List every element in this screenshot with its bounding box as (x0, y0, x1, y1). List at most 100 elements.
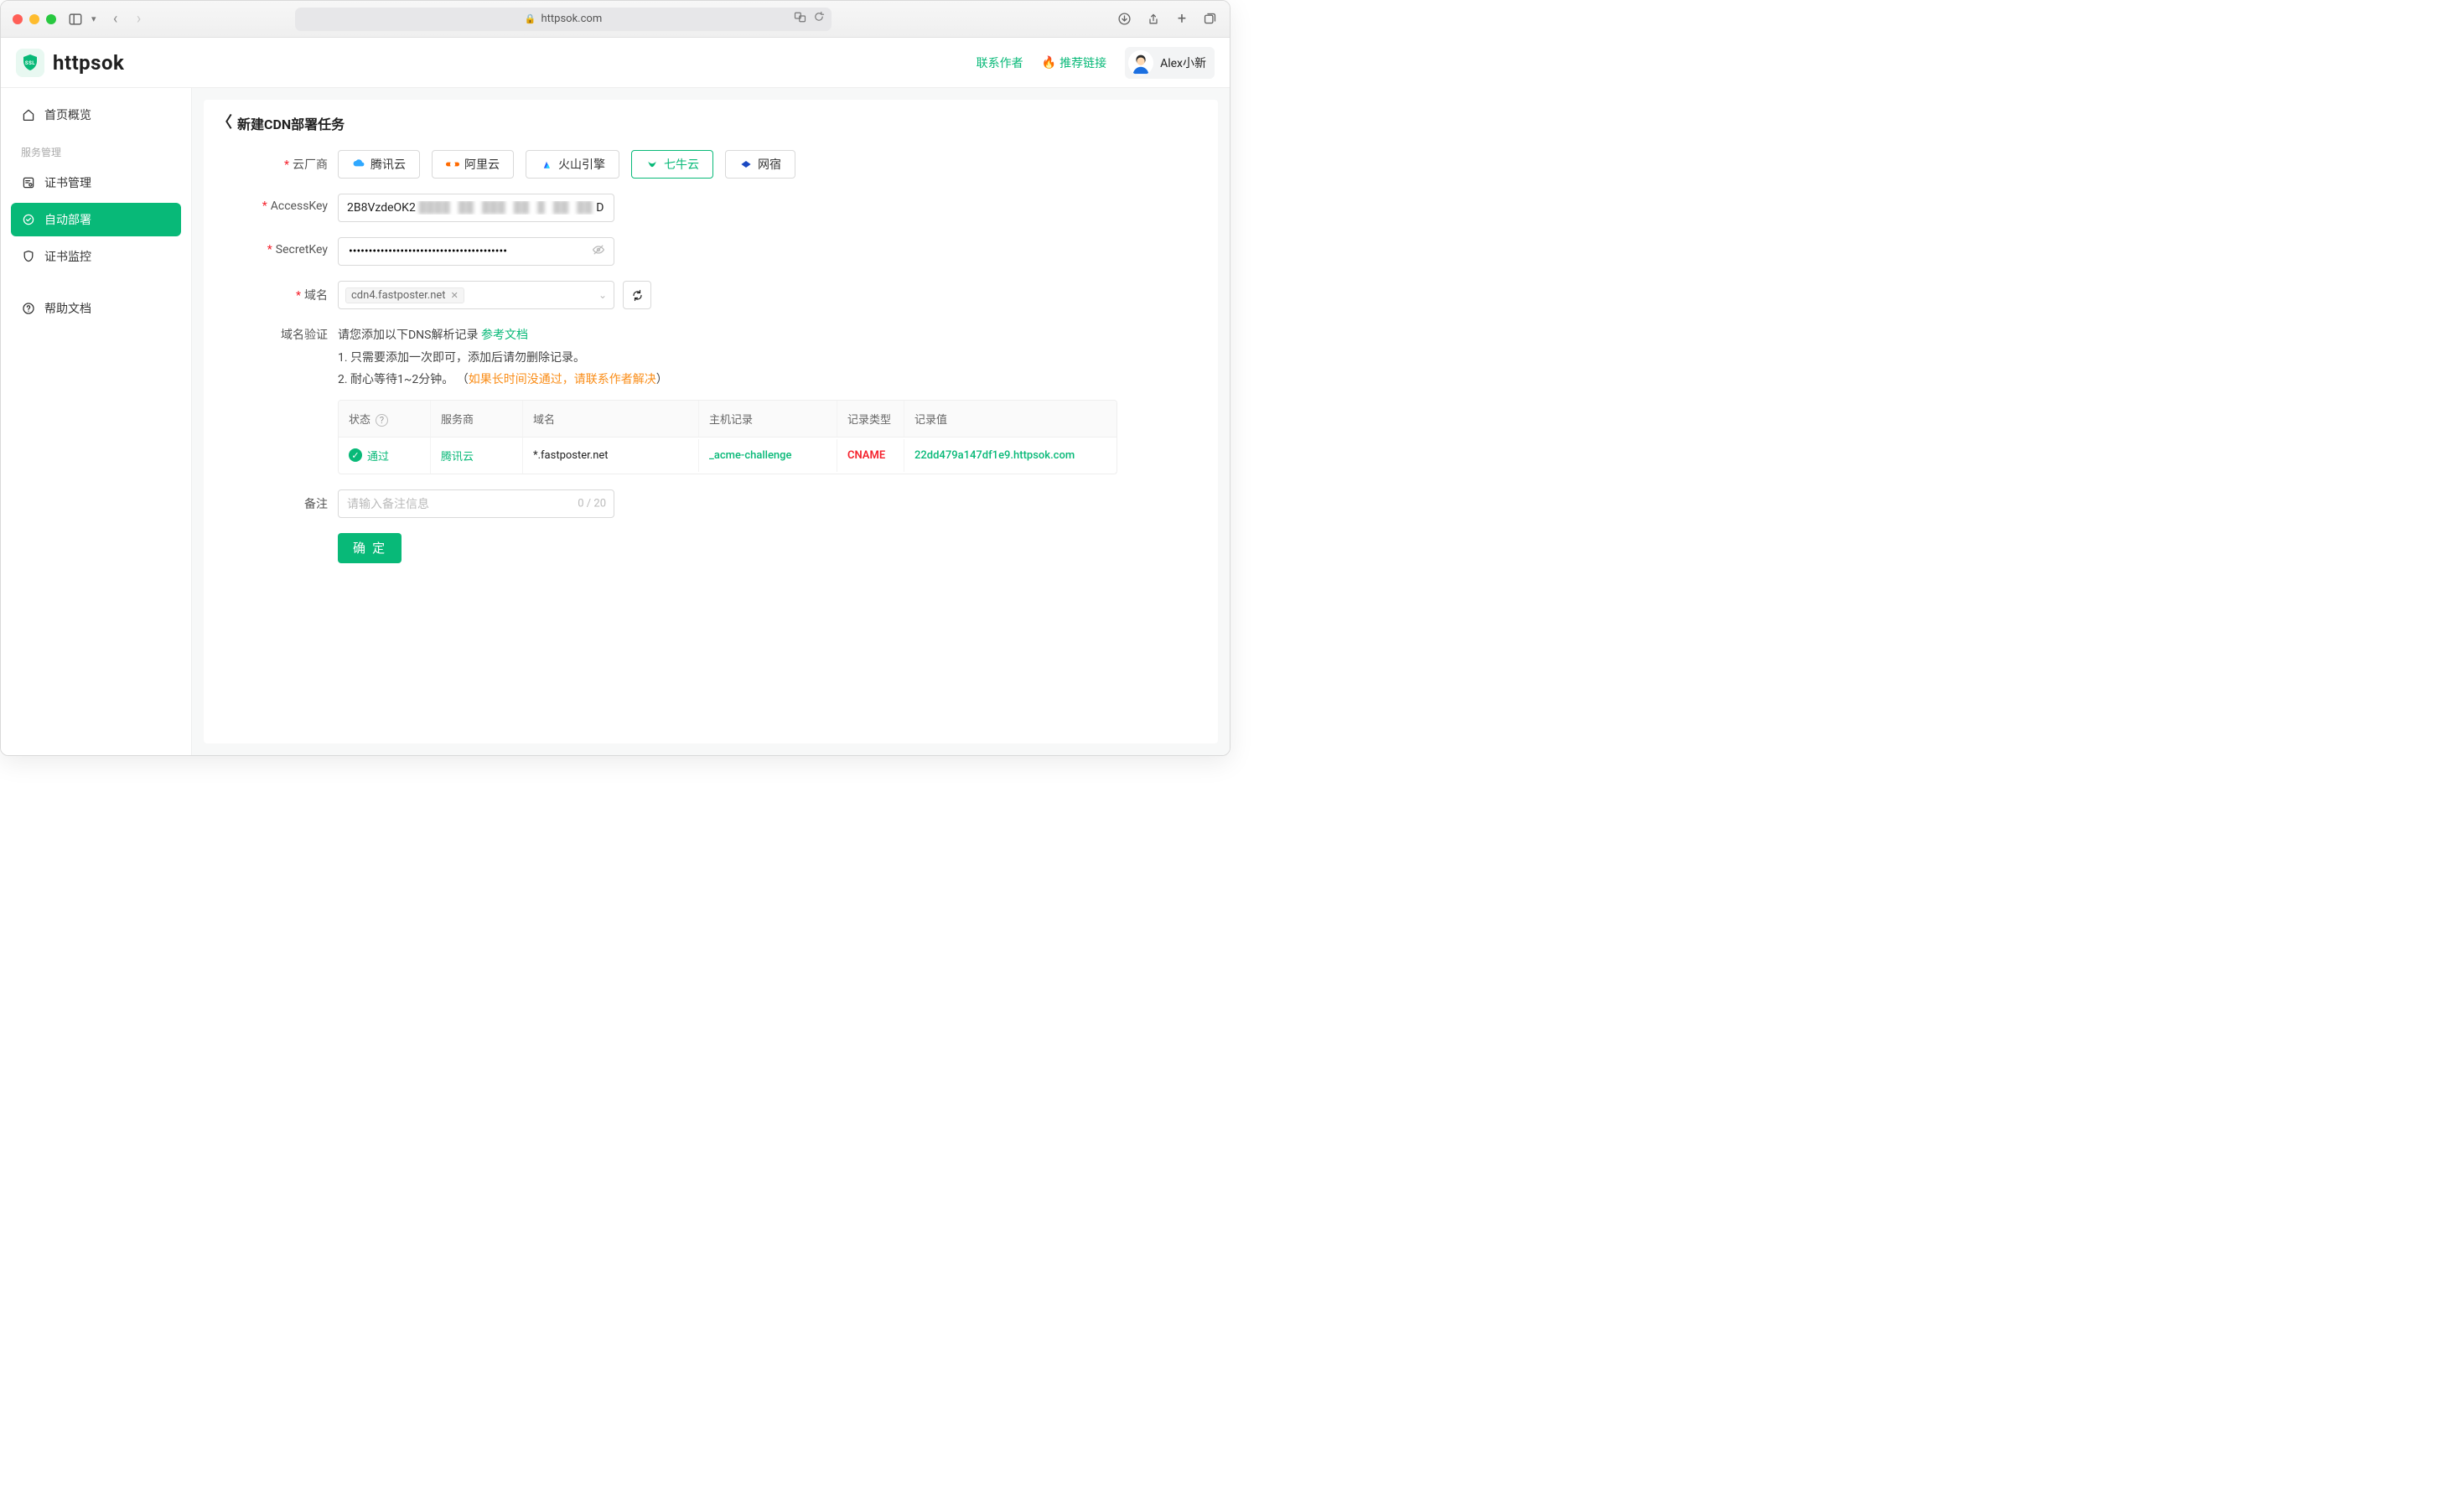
submit-button[interactable]: 确 定 (338, 533, 402, 563)
sidebar-section-label: 服务管理 (11, 135, 181, 163)
dns-table: 状态? 服务商 域名 主机记录 记录类型 记录值 (338, 400, 1117, 474)
row-domain: *域名 cdn4.fastposter.net ✕ ⌄ (229, 281, 1117, 309)
remark-input[interactable] (338, 489, 614, 518)
sidebar-item-cert[interactable]: 证书管理 (11, 166, 181, 199)
remark-wrap: 0 / 20 (338, 489, 614, 518)
url-bar[interactable]: 🔒 httpsok.com (295, 8, 832, 31)
app-body: 首页概览 服务管理 证书管理 自动部署 证书监控 (1, 88, 1230, 755)
label-secret-key: *SecretKey (229, 237, 338, 256)
deploy-icon (21, 212, 36, 227)
close-window-icon[interactable] (13, 14, 23, 24)
chevron-down-icon[interactable]: ▾ (91, 13, 96, 24)
cell-host: _acme-challenge (699, 439, 837, 472)
forward-icon[interactable]: › (132, 12, 147, 27)
sidebar-item-label: 帮助文档 (44, 300, 91, 317)
provider-volcano[interactable]: 火山引擎 (526, 150, 619, 179)
page-title-row: 〈 新建CDN部署任务 (204, 105, 1218, 142)
reload-icon[interactable] (813, 11, 825, 27)
brand-logo-icon: SSL (16, 49, 44, 77)
translate-icon[interactable] (794, 11, 806, 27)
sidebar-item-label: 证书监控 (44, 248, 91, 265)
chevron-down-icon: ⌄ (598, 289, 607, 301)
domain-tag: cdn4.fastposter.net ✕ (345, 287, 464, 303)
sidebar: 首页概览 服务管理 证书管理 自动部署 证书监控 (1, 88, 192, 755)
access-key-input[interactable]: 2B8VzdeOK2 ████ ██ ███ ██ █ ██ ██ D (338, 194, 614, 222)
content-card: 〈 新建CDN部署任务 *云厂商 腾讯云 (204, 100, 1218, 743)
nav-arrows: ‹ › (108, 12, 147, 27)
sidebar-toggle-group: ▾ (68, 12, 96, 27)
user-menu[interactable]: Alex小新 (1125, 47, 1215, 79)
svg-text:SSL: SSL (25, 60, 35, 66)
provider-qiniu[interactable]: 七牛云 (631, 150, 713, 179)
url-right-tools (794, 11, 825, 27)
cell-provider: 腾讯云 (431, 438, 523, 474)
minimize-window-icon[interactable] (29, 14, 39, 24)
sidebar-spacer (11, 277, 181, 288)
new-tab-icon[interactable]: + (1174, 12, 1189, 27)
th-value: 记录值 (904, 401, 1117, 437)
sidebar-toggle-icon[interactable] (68, 12, 83, 27)
provider-group: 腾讯云 阿里云 火山引擎 (338, 150, 1117, 179)
th-provider: 服务商 (431, 401, 523, 437)
url-host: httpsok.com (541, 13, 603, 25)
provider-wangsu[interactable]: 网宿 (725, 150, 795, 179)
label-remark: 备注 (229, 489, 338, 512)
shield-icon (21, 249, 36, 264)
fire-icon: 🔥 (1042, 56, 1056, 70)
row-remark: 备注 0 / 20 (229, 489, 1117, 518)
tabs-overview-icon[interactable] (1203, 12, 1218, 27)
help-tip-icon[interactable]: ? (376, 414, 388, 427)
label-access-key: *AccessKey (229, 194, 338, 213)
home-icon (21, 107, 36, 122)
back-icon[interactable]: ‹ (108, 12, 123, 27)
share-icon[interactable] (1146, 12, 1161, 27)
volcano-icon (540, 158, 553, 171)
recommend-link[interactable]: 🔥 推荐链接 (1042, 54, 1106, 71)
sidebar-item-monitor[interactable]: 证书监控 (11, 240, 181, 273)
provider-tencent[interactable]: 腾讯云 (338, 150, 420, 179)
form: *云厂商 腾讯云 阿里云 (204, 142, 1142, 563)
main: 〈 新建CDN部署任务 *云厂商 腾讯云 (192, 88, 1230, 755)
brand-text: httpsok (53, 51, 124, 75)
qiniu-icon (645, 158, 659, 171)
sidebar-item-help[interactable]: 帮助文档 (11, 292, 181, 325)
back-chevron-icon[interactable]: 〈 (217, 116, 232, 131)
toggle-visibility-icon[interactable] (592, 243, 605, 260)
secret-key-input[interactable] (338, 237, 614, 266)
th-host: 主机记录 (699, 401, 837, 437)
header-right: 联系作者 🔥 推荐链接 Alex小新 (977, 47, 1215, 79)
wangsu-icon (739, 158, 753, 171)
cell-type: CNAME (837, 439, 904, 472)
th-status: 状态? (339, 401, 431, 437)
window-controls (13, 14, 56, 24)
sidebar-item-deploy[interactable]: 自动部署 (11, 203, 181, 236)
app-window: ▾ ‹ › 🔒 httpsok.com + (0, 0, 1230, 756)
cell-domain: *.fastposter.net (523, 439, 699, 472)
th-domain: 域名 (523, 401, 699, 437)
access-key-value: 2B8VzdeOK2 ████ ██ ███ ██ █ ██ ██ D (347, 201, 604, 215)
maximize-window-icon[interactable] (46, 14, 56, 24)
label-verify: 域名验证 (229, 324, 338, 343)
tencent-cloud-icon (352, 158, 365, 171)
contact-link[interactable]: 联系作者 (977, 54, 1023, 71)
sidebar-item-label: 首页概览 (44, 106, 91, 123)
dns-table-head: 状态? 服务商 域名 主机记录 记录类型 记录值 (339, 401, 1117, 437)
doc-link[interactable]: 参考文档 (481, 329, 528, 342)
sidebar-item-label: 自动部署 (44, 211, 91, 228)
row-verify: 域名验证 请您添加以下DNS解析记录 参考文档 1. 只需要添加一次即可，添加后… (229, 324, 1117, 474)
downloads-icon[interactable] (1117, 12, 1132, 27)
row-access-key: *AccessKey 2B8VzdeOK2 ████ ██ ███ ██ █ █… (229, 194, 1117, 222)
remove-tag-icon[interactable]: ✕ (451, 290, 459, 301)
row-submit: 确 定 (229, 533, 1117, 563)
th-type: 记录类型 (837, 401, 904, 437)
row-provider: *云厂商 腾讯云 阿里云 (229, 150, 1117, 179)
provider-aliyun[interactable]: 阿里云 (432, 150, 514, 179)
domain-select[interactable]: cdn4.fastposter.net ✕ ⌄ (338, 281, 614, 309)
cert-icon (21, 175, 36, 190)
sidebar-item-home[interactable]: 首页概览 (11, 98, 181, 132)
help-icon (21, 301, 36, 316)
brand[interactable]: SSL httpsok (16, 49, 124, 77)
refresh-domains-button[interactable] (623, 281, 651, 309)
secret-key-field[interactable] (347, 244, 605, 259)
char-counter: 0 / 20 (578, 497, 606, 510)
